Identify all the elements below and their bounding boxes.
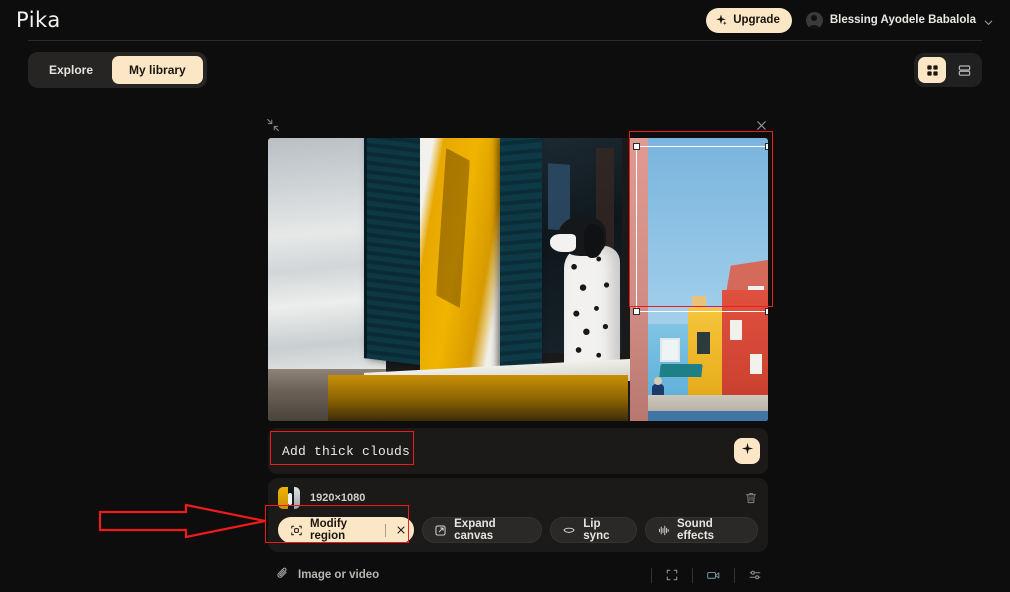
- panel-header: [262, 112, 772, 138]
- asset-meta-row: 1920×1080: [278, 487, 758, 509]
- trash-icon[interactable]: [744, 491, 758, 505]
- generate-button[interactable]: [734, 438, 760, 464]
- modify-region-icon: [290, 524, 303, 537]
- grid-view-button[interactable]: [918, 57, 946, 83]
- expand-canvas-button[interactable]: Expand canvas: [422, 517, 543, 543]
- editor-panel: Add thick clouds 1920×1080 Modify region…: [262, 112, 772, 583]
- sound-effects-icon: [657, 524, 670, 537]
- video-camera-icon[interactable]: [706, 568, 721, 582]
- close-icon[interactable]: [755, 119, 768, 132]
- close-icon[interactable]: [395, 524, 407, 536]
- lip-sync-label: Lip sync: [583, 518, 610, 542]
- resize-handle-top-right[interactable]: [765, 143, 768, 150]
- asset-tools-card: 1920×1080 Modify region Expand canvas Li…: [268, 478, 768, 552]
- list-icon: [957, 63, 972, 78]
- collapse-arrows-icon[interactable]: [266, 118, 280, 132]
- paperclip-icon: [276, 566, 290, 585]
- divider: [385, 523, 387, 537]
- divider: [734, 567, 735, 583]
- prompt-input[interactable]: Add thick clouds: [282, 444, 734, 459]
- modify-region-label: Modify region: [310, 518, 348, 542]
- region-selection-box[interactable]: [633, 143, 768, 315]
- annotation-arrow: [98, 503, 268, 544]
- chevron-down-icon: [983, 15, 994, 26]
- prompt-bar[interactable]: Add thick clouds: [268, 428, 768, 474]
- aspect-ratio-icon[interactable]: [665, 568, 679, 582]
- header-actions: Upgrade Blessing Ayodele Babalola: [706, 7, 994, 33]
- divider: [692, 567, 693, 583]
- settings-sliders-icon[interactable]: [748, 568, 762, 582]
- attach-label: Image or video: [298, 569, 380, 581]
- divider: [651, 567, 652, 583]
- library-toolbar: Explore My library: [0, 48, 1010, 92]
- image-canvas[interactable]: [268, 138, 768, 421]
- app-header: Pika Upgrade Blessing Ayodele Babalola: [0, 0, 1010, 40]
- attach-row: Image or video: [268, 560, 768, 590]
- grid-icon: [925, 63, 940, 78]
- tab-explore[interactable]: Explore: [32, 56, 110, 84]
- attach-media-button[interactable]: Image or video: [276, 566, 379, 585]
- resolution-label: 1920×1080: [310, 492, 366, 504]
- expand-canvas-label: Expand canvas: [454, 518, 496, 542]
- upgrade-label: Upgrade: [733, 14, 780, 26]
- lip-sync-button[interactable]: Lip sync: [550, 517, 637, 543]
- upgrade-button[interactable]: Upgrade: [706, 7, 792, 33]
- resize-handle-top-left[interactable]: [633, 143, 640, 150]
- modify-region-button[interactable]: Modify region: [278, 517, 415, 543]
- image-thumbnail[interactable]: [278, 487, 300, 509]
- header-divider: [28, 40, 982, 41]
- sound-effects-label: Sound effects: [676, 518, 715, 542]
- lip-sync-icon: [562, 524, 576, 537]
- resize-handle-bottom-left[interactable]: [633, 308, 640, 315]
- sound-effects-button[interactable]: Sound effects: [644, 517, 758, 543]
- expand-canvas-icon: [434, 524, 447, 537]
- canvas-actions: [638, 567, 762, 583]
- app-logo[interactable]: Pika: [16, 8, 61, 32]
- user-menu[interactable]: Blessing Ayodele Babalola: [805, 11, 994, 29]
- avatar: [805, 11, 823, 29]
- list-view-button[interactable]: [950, 57, 978, 83]
- sparkle-icon: [741, 442, 754, 460]
- sparkle-icon: [715, 14, 727, 26]
- tool-buttons: Modify region Expand canvas Lip sync Sou…: [278, 517, 758, 543]
- view-toggle: [914, 53, 982, 87]
- user-name: Blessing Ayodele Babalola: [829, 14, 976, 26]
- tab-my-library[interactable]: My library: [112, 56, 203, 84]
- section-tabs: Explore My library: [28, 52, 207, 88]
- resize-handle-bottom-right[interactable]: [765, 308, 768, 315]
